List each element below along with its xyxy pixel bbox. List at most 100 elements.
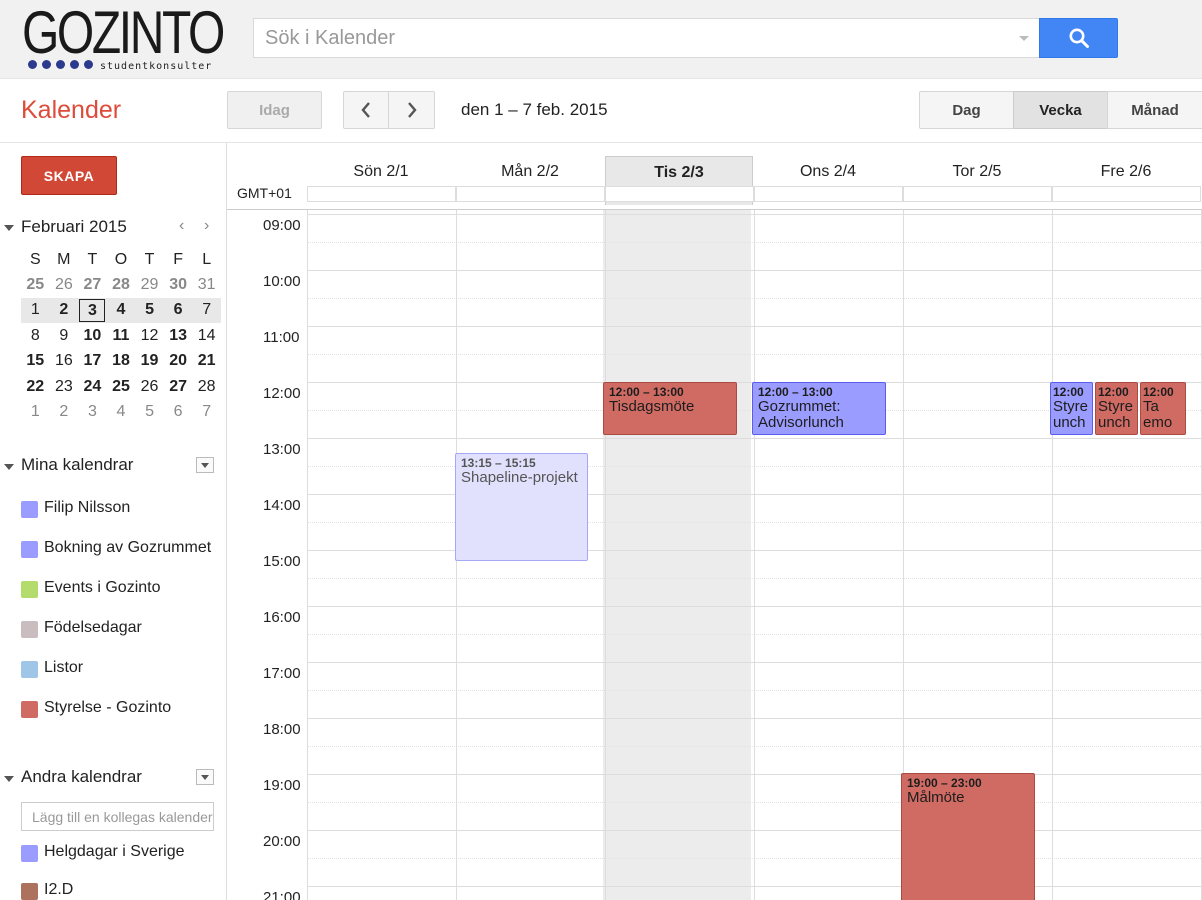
create-button[interactable]: SKAPA [21,156,117,195]
all-day-cell[interactable] [456,186,605,202]
mini-calendar-day[interactable]: 7 [192,297,221,324]
collapse-triangle-icon[interactable] [4,225,14,231]
calendar-color-swatch[interactable] [21,581,38,598]
view-week-button[interactable]: Vecka [1013,91,1108,129]
event-title: Styre unch [1053,398,1089,431]
event-title: Styre unch [1098,398,1134,431]
calendar-color-swatch[interactable] [21,701,38,718]
mini-calendar-day[interactable]: 27 [164,374,193,399]
mini-calendar-day[interactable]: 2 [50,399,79,424]
mini-calendar-day[interactable]: 25 [107,374,136,399]
mini-calendar-day[interactable]: 31 [192,272,221,297]
all-day-cell[interactable] [903,186,1052,202]
mini-calendar-day[interactable]: 14 [192,323,221,348]
mini-calendar-day[interactable]: 24 [78,374,107,399]
mini-calendar-day[interactable]: 3 [78,399,107,424]
next-week-button[interactable] [388,91,435,129]
calendar-event[interactable]: 12:00 – 13:00 Gozrummet: Advisorlunch [752,382,886,435]
calendar-event[interactable]: 12:00 Styre unch [1095,382,1138,435]
logo-text: GOZINTO [22,0,225,66]
time-label: 21:00 [263,889,301,900]
mini-calendar-title[interactable]: Februari 2015 [21,217,127,237]
calendar-event[interactable]: 12:00 Styre unch [1050,382,1093,435]
mini-calendar-day[interactable]: 9 [50,323,79,348]
calendar-event[interactable]: 12:00 – 13:00 Tisdagsmöte [603,382,737,435]
day-column-divider [307,210,308,900]
mini-calendar-day[interactable]: 6 [164,399,193,424]
date-range: den 1 – 7 feb. 2015 [461,100,608,119]
mini-calendar-day[interactable]: 1 [21,399,50,424]
calendar-color-swatch[interactable] [21,501,38,518]
calendar-event[interactable]: 12:00 Ta emo [1140,382,1186,435]
all-day-cell[interactable] [754,186,903,202]
calendar-app: { "app": { "logo_text": "GOZINTO", "logo… [0,0,1202,900]
mini-calendar-day[interactable]: 16 [50,349,79,374]
mini-calendar-day[interactable]: 5 [135,399,164,424]
previous-week-button[interactable] [343,91,389,129]
time-label: 17:00 [263,665,301,682]
mini-calendar-day[interactable]: 28 [107,272,136,297]
mini-calendar-day[interactable]: 20 [164,349,193,374]
mini-calendar-day[interactable]: 26 [50,272,79,297]
calendar-color-swatch[interactable] [21,661,38,678]
mini-next-month-icon[interactable]: › [204,217,209,235]
view-day-button[interactable]: Dag [919,91,1014,129]
other-calendars-title[interactable]: Andra kalendrar [21,767,142,787]
mini-calendar-day[interactable]: 17 [78,349,107,374]
day-column-divider [754,210,755,900]
mini-calendar-day[interactable]: 12 [135,323,164,348]
calendar-label: Filip Nilsson [44,499,131,516]
mini-calendar-day[interactable]: 10 [78,323,107,348]
mini-calendar-day[interactable]: 5 [135,297,164,324]
calendar-color-swatch[interactable] [21,541,38,558]
calendar-color-swatch[interactable] [21,621,38,638]
mini-calendar-day[interactable]: 26 [135,374,164,399]
mini-calendar-day[interactable]: 13 [164,323,193,348]
add-colleague-calendar-input[interactable] [21,802,214,831]
mini-calendar-day[interactable]: 22 [21,374,50,399]
mini-calendar-day[interactable]: 4 [107,399,136,424]
search-button[interactable] [1039,18,1118,58]
mini-calendar-day[interactable]: 1 [21,297,50,324]
mini-calendar-day[interactable]: 11 [107,323,136,348]
all-day-cell[interactable] [1052,186,1201,202]
weekday-header: T [87,250,98,268]
today-button[interactable]: Idag [227,91,322,129]
calendar-event[interactable]: 13:15 – 15:15 Shapeline-projekt [455,453,588,561]
mini-calendar-day[interactable]: 7 [192,399,221,424]
collapse-triangle-icon[interactable] [4,776,14,782]
mini-calendar-day[interactable]: 27 [78,272,107,297]
calendar-color-swatch[interactable] [21,845,38,862]
mini-prev-month-icon[interactable]: ‹ [179,217,184,235]
all-day-cell[interactable] [307,186,456,202]
mini-calendar-day[interactable]: 29 [135,272,164,297]
calendar-color-swatch[interactable] [21,883,38,900]
mini-calendar-day[interactable]: 23 [50,374,79,399]
time-grid[interactable]: 09:00 10:00 11:00 12:00 13:00 14:00 15:00 16:00… [227,209,1202,900]
mini-calendar-day[interactable]: 15 [21,349,50,374]
mini-calendar-day[interactable]: 6 [163,297,193,324]
other-calendars-menu-button[interactable] [196,769,214,785]
mini-calendar-day[interactable]: 8 [21,323,50,348]
search-input[interactable] [254,19,1004,57]
search-options-caret-icon[interactable] [1019,36,1029,41]
day-column-divider [605,210,606,900]
mini-calendar-day[interactable]: 21 [192,349,221,374]
mini-calendar-day[interactable]: 2 [49,297,79,324]
mini-calendar-day[interactable]: 25 [21,272,50,297]
logo-dots [28,60,93,69]
all-day-cell[interactable] [605,186,754,202]
collapse-triangle-icon[interactable] [4,464,14,470]
gozinto-logo[interactable]: GOZINTO studentkonsulter [22,2,225,76]
mini-calendar-day[interactable]: 3 [78,297,107,324]
view-month-button[interactable]: Månad [1107,91,1202,129]
mini-calendar-day[interactable]: 30 [164,272,193,297]
mini-calendar-day[interactable]: 4 [106,297,136,324]
calendar-event[interactable]: 19:00 – 23:00 Målmöte [901,773,1035,900]
mini-calendar-day[interactable]: 18 [107,349,136,374]
my-calendars-menu-button[interactable] [196,457,214,473]
mini-calendar-day[interactable]: 28 [192,374,221,399]
event-time: 12:00 – 13:00 [758,385,833,399]
mini-calendar-day[interactable]: 19 [135,349,164,374]
my-calendars-title[interactable]: Mina kalendrar [21,455,133,475]
